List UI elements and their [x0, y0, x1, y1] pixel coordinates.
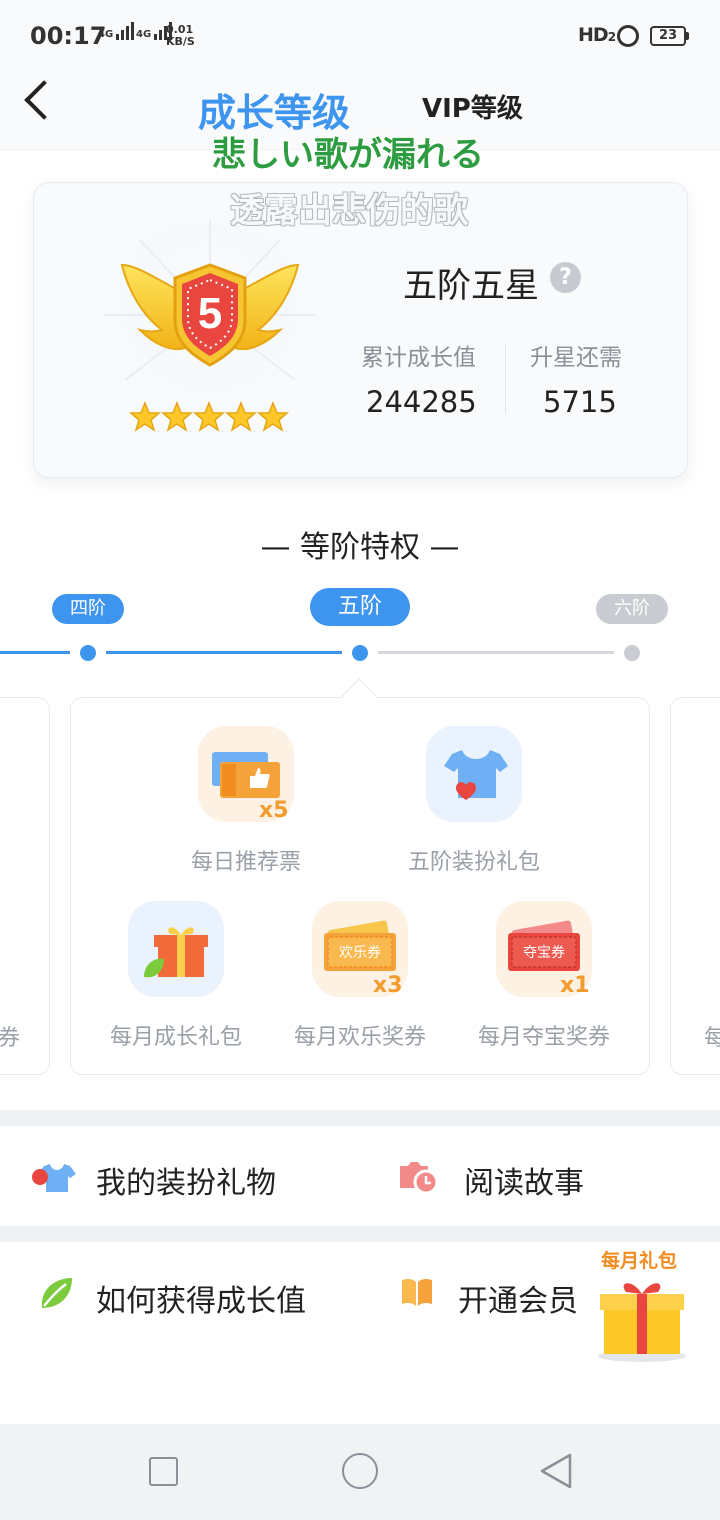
timeline-line	[378, 651, 614, 654]
rotation-lock-icon	[617, 25, 639, 47]
my-outfit-link[interactable]: 我的装扮礼物	[96, 1158, 276, 1202]
timeline-dot-5[interactable]	[352, 645, 368, 661]
timeline-dot-6[interactable]	[624, 645, 640, 661]
privileges-title: — 等阶特权 —	[260, 530, 460, 565]
lyric-overlay-cn: 透露出悲伤的歌	[230, 191, 468, 231]
how-growth-link[interactable]: 如何获得成长值	[96, 1276, 306, 1320]
total-growth-label: 累计成长值	[361, 345, 476, 371]
home-button[interactable]	[342, 1453, 378, 1489]
section-separator	[0, 1110, 720, 1126]
timeline-line	[106, 651, 342, 654]
ticket-text: 夺宝券	[523, 945, 565, 961]
shirt-dot-icon	[30, 1160, 76, 1198]
benefit-multiplier: x1	[560, 973, 590, 998]
benefit-multiplier: x3	[373, 973, 403, 998]
monthly-gift-button[interactable]	[592, 1272, 692, 1368]
level-name: 五阶五星	[403, 266, 539, 306]
gift-leaf-icon	[144, 927, 208, 978]
lyric-overlay-jp: 悲しい歌が漏れる	[212, 135, 484, 175]
benefit-growth-gift[interactable]	[128, 901, 224, 997]
gift-box-icon	[598, 1283, 686, 1362]
shirt-heart-icon	[444, 750, 508, 800]
total-growth-value: 244285	[366, 385, 477, 419]
timeline-line	[0, 651, 70, 654]
tab-vip-level[interactable]: VIP等级	[422, 88, 523, 125]
benefit-outfit-pack[interactable]	[426, 726, 522, 822]
section-separator	[0, 1226, 720, 1242]
nav-back-icon	[540, 1453, 572, 1489]
status-time: 00:17	[30, 22, 107, 50]
recent-apps-button[interactable]	[149, 1457, 178, 1486]
benefit-label: 五阶装扮礼包	[407, 850, 540, 875]
hd-voice-icon: HD2	[578, 24, 616, 46]
stat-divider	[505, 345, 506, 413]
tier-pill-6[interactable]: 六阶	[596, 594, 668, 624]
leaf-icon	[38, 1274, 76, 1316]
star-need-label: 升星还需	[530, 345, 622, 371]
net-speed: 0.01 KB/S	[166, 23, 195, 48]
prev-card-text: 券	[0, 1026, 21, 1051]
tier-pill-4[interactable]: 四阶	[52, 594, 124, 624]
read-story-link[interactable]: 阅读故事	[464, 1158, 584, 1202]
prev-tier-card[interactable]	[0, 697, 50, 1075]
battery-icon: 23	[650, 26, 686, 46]
open-member-link[interactable]: 开通会员	[458, 1276, 578, 1320]
nav-back-button[interactable]	[538, 1452, 574, 1494]
monthly-gift-label: 每月礼包	[601, 1250, 678, 1272]
battery-tip	[686, 32, 689, 40]
level-badge-icon: 5	[105, 220, 315, 432]
next-card-text: 每	[704, 1026, 720, 1051]
badge-number: 5	[198, 289, 222, 338]
next-tier-card[interactable]	[670, 697, 720, 1075]
benefit-label: 每月夺宝奖券	[477, 1025, 610, 1050]
ticket-text: 欢乐券	[339, 945, 381, 961]
timeline-dot-4[interactable]	[80, 645, 96, 661]
benefit-label: 每月成长礼包	[109, 1025, 242, 1050]
book-icon	[400, 1276, 434, 1312]
benefit-multiplier: x5	[259, 798, 289, 823]
tier-pill-5[interactable]: 五阶	[310, 588, 410, 626]
signal-1-icon: 4G	[98, 22, 135, 40]
help-icon[interactable]: ?	[550, 262, 581, 293]
benefit-label: 每月欢乐奖券	[293, 1025, 426, 1050]
star-need-value: 5715	[543, 385, 617, 419]
reading-clock-icon	[398, 1160, 440, 1198]
benefit-label: 每日推荐票	[190, 850, 301, 875]
